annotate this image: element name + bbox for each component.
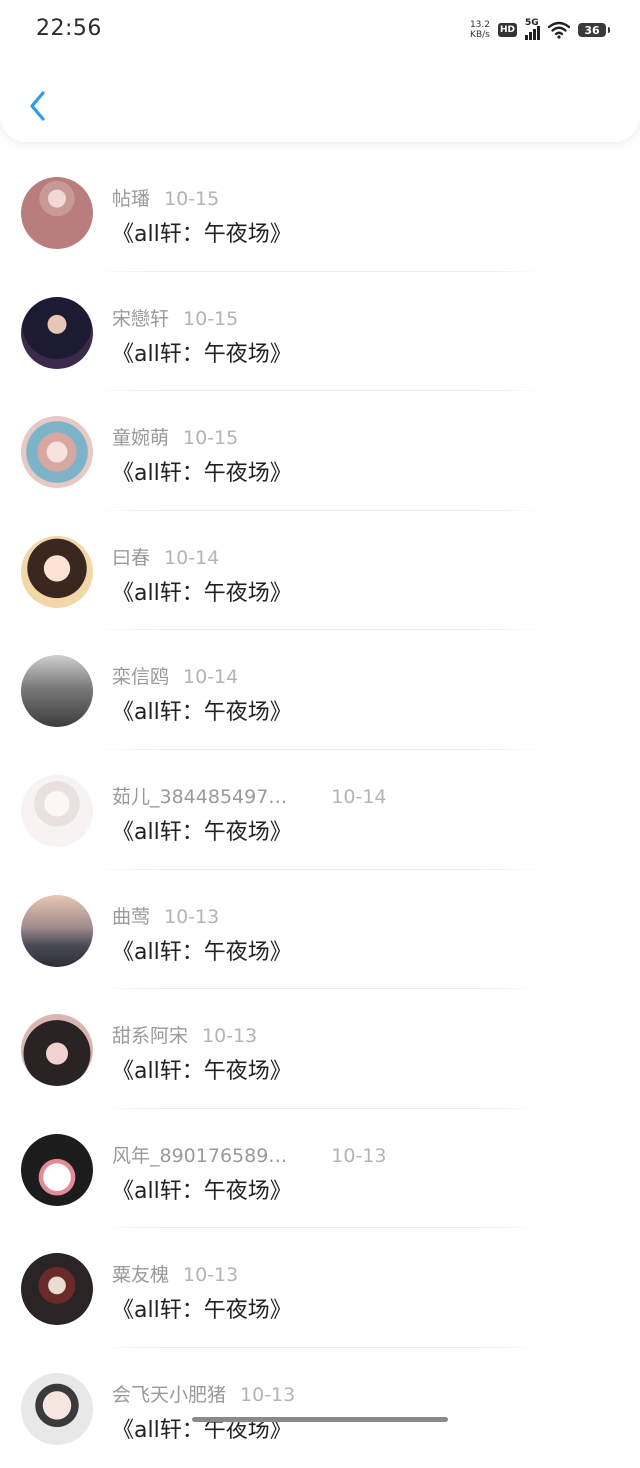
list-item[interactable]: 茹儿_384485497… 10-14 《all轩：午夜场》 <box>0 750 640 870</box>
comment-list: 帖璠 10-15 《all轩：午夜场》 宋戀轩 10-15 《all轩：午夜场》 童… <box>0 152 640 1468</box>
list-item[interactable]: 童婉萌 10-15 《all轩：午夜场》 <box>0 391 640 511</box>
list-item[interactable]: 粟友槐 10-13 《all轩：午夜场》 <box>0 1228 640 1348</box>
list-item[interactable]: 曲莺 10-13 《all轩：午夜场》 <box>0 870 640 990</box>
signal-icon: 5G <box>525 18 540 40</box>
username[interactable]: 粟友槐 <box>112 1264 169 1286</box>
avatar[interactable] <box>21 296 93 369</box>
status-icons: 13.2 KB/s HD 5G 36 <box>470 16 610 44</box>
list-item[interactable]: 曰春 10-14 《all轩：午夜场》 <box>0 511 640 631</box>
avatar[interactable] <box>21 416 93 489</box>
comment-text: 《all轩：午夜场》 <box>112 580 292 606</box>
comment-text: 《all轩：午夜场》 <box>112 939 292 965</box>
comment-text: 《all轩：午夜场》 <box>112 341 292 367</box>
network-speed-unit: KB/s <box>470 30 490 40</box>
avatar[interactable] <box>21 535 93 608</box>
comment-text: 《all轩：午夜场》 <box>112 700 292 726</box>
avatar[interactable] <box>21 177 93 249</box>
network-type-label: 5G <box>525 18 539 28</box>
comment-text: 《all轩：午夜场》 <box>112 1178 292 1204</box>
header-bar: 22:56 13.2 KB/s HD 5G 36 <box>0 0 640 142</box>
comment-date: 10-13 <box>202 1025 258 1048</box>
username[interactable]: 甜系阿宋 <box>112 1025 188 1047</box>
list-item[interactable]: 甜系阿宋 10-13 《all轩：午夜场》 <box>0 989 640 1109</box>
chevron-left-icon <box>30 91 45 121</box>
home-indicator[interactable] <box>192 1417 448 1422</box>
list-item[interactable]: 栾信鸥 10-14 《all轩：午夜场》 <box>0 630 640 750</box>
comment-text: 《all轩：午夜场》 <box>112 819 292 845</box>
comment-text: 《all轩：午夜场》 <box>112 222 292 247</box>
comment-date: 10-14 <box>183 666 239 689</box>
username[interactable]: 帖璠 <box>112 188 150 210</box>
username[interactable]: 曲莺 <box>112 906 150 928</box>
username[interactable]: 童婉萌 <box>112 427 169 449</box>
list-item[interactable]: 帖璠 10-15 《all轩：午夜场》 <box>0 152 640 272</box>
comment-date: 10-13 <box>183 1264 239 1287</box>
username[interactable]: 茹儿_384485497… <box>112 786 287 808</box>
battery-icon: 36 <box>578 23 610 37</box>
list-item[interactable]: 宋戀轩 10-15 《all轩：午夜场》 <box>0 272 640 392</box>
username[interactable]: 曰春 <box>112 547 150 569</box>
list-item[interactable]: 风年_890176589… 10-13 《all轩：午夜场》 <box>0 1109 640 1229</box>
comment-date: 10-15 <box>183 427 239 450</box>
avatar[interactable] <box>21 894 93 967</box>
username[interactable]: 风年_890176589… <box>112 1145 287 1167</box>
avatar[interactable] <box>21 1014 93 1087</box>
avatar[interactable] <box>21 774 93 847</box>
comment-date: 10-13 <box>331 1144 387 1167</box>
avatar[interactable] <box>21 655 93 728</box>
avatar[interactable] <box>21 1133 93 1206</box>
comment-text: 《all轩：午夜场》 <box>112 1298 292 1324</box>
comment-text: 《all轩：午夜场》 <box>112 1059 292 1085</box>
username[interactable]: 宋戀轩 <box>112 308 169 330</box>
network-speed-value: 13.2 <box>469 20 490 30</box>
back-button[interactable] <box>18 84 58 128</box>
username[interactable]: 栾信鸥 <box>112 666 169 688</box>
comment-date: 10-13 <box>164 905 220 928</box>
network-speed: 13.2 KB/s <box>470 20 490 40</box>
battery-level: 36 <box>584 23 600 37</box>
comment-date: 10-14 <box>331 785 387 808</box>
comment-date: 10-15 <box>183 307 239 330</box>
status-time: 22:56 <box>36 16 102 41</box>
wifi-icon <box>548 21 570 39</box>
comment-date: 10-15 <box>164 188 220 210</box>
comment-text: 《all轩：午夜场》 <box>112 461 292 487</box>
hd-icon: HD <box>497 23 517 37</box>
comment-date: 10-14 <box>164 546 220 569</box>
avatar[interactable] <box>21 1253 93 1326</box>
avatar[interactable] <box>21 1372 93 1445</box>
list-item[interactable]: 会飞天小肥猪 10-13 《all轩：午夜场》 <box>0 1348 640 1468</box>
username[interactable]: 会飞天小肥猪 <box>112 1384 226 1406</box>
comment-date: 10-13 <box>240 1383 296 1406</box>
